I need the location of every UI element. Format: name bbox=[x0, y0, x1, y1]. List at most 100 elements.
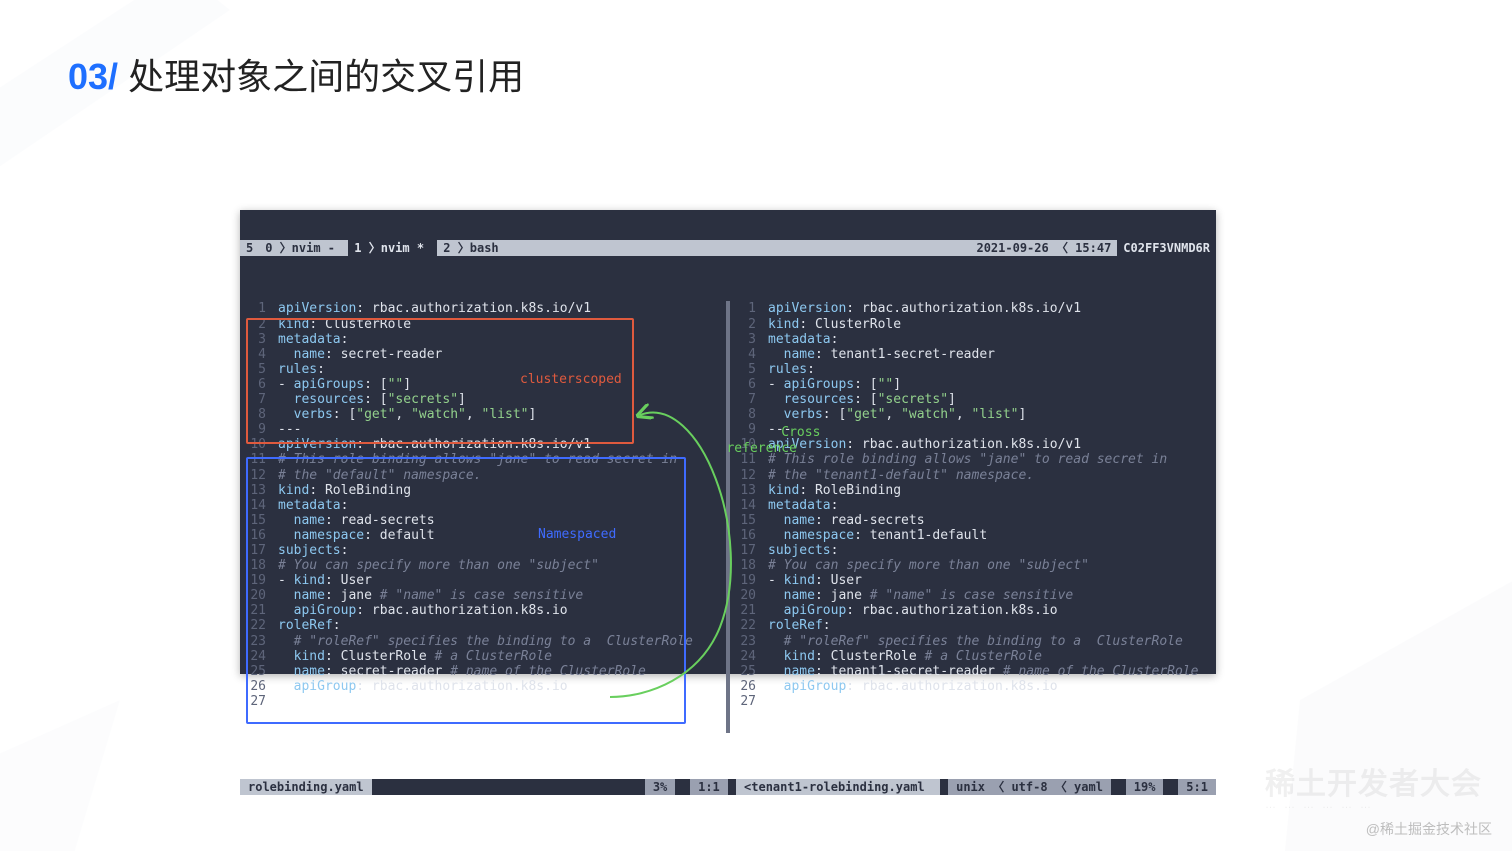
code-line: # This role binding allows "jane" to rea… bbox=[278, 452, 722, 467]
line-number: 19 bbox=[240, 573, 266, 588]
line-number: 12 bbox=[240, 468, 266, 483]
code-line: # You can specify more than one "subject… bbox=[278, 558, 722, 573]
code-line: kind: ClusterRole bbox=[768, 317, 1212, 332]
code-line: kind: ClusterRole bbox=[278, 317, 722, 332]
section-heading: 处理对象之间的交叉引用 bbox=[128, 56, 524, 97]
line-number: 23 bbox=[240, 634, 266, 649]
code-line: kind: ClusterRole # a ClusterRole bbox=[768, 649, 1212, 664]
line-number: 23 bbox=[730, 634, 756, 649]
line-number: 20 bbox=[240, 588, 266, 603]
line-number: 16 bbox=[730, 528, 756, 543]
slide: 03/ 处理对象之间的交叉引用 5 0 〉nvim - 1 〉nvim * 2 … bbox=[0, 0, 1512, 851]
status-left-pct: 3% bbox=[645, 779, 675, 795]
terminal-screenshot: 5 0 〉nvim - 1 〉nvim * 2 〉bash 2021-09-26… bbox=[240, 210, 1216, 674]
line-number: 27 bbox=[730, 694, 756, 709]
line-number: 24 bbox=[240, 649, 266, 664]
line-number: 11 bbox=[730, 452, 756, 467]
code-line: rules: bbox=[768, 362, 1212, 377]
line-number: 8 bbox=[730, 407, 756, 422]
code-line: apiGroup: rbac.authorization.k8s.io bbox=[278, 679, 722, 694]
line-number: 8 bbox=[240, 407, 266, 422]
line-number: 3 bbox=[240, 332, 266, 347]
line-number: 4 bbox=[730, 347, 756, 362]
line-number: 17 bbox=[730, 543, 756, 558]
line-number: 5 bbox=[240, 362, 266, 377]
status-left-pos: 1:1 bbox=[690, 779, 728, 795]
code-line: verbs: ["get", "watch", "list"] bbox=[278, 407, 722, 422]
code-line: - kind: User bbox=[278, 573, 722, 588]
code-line: apiVersion: rbac.authorization.k8s.io/v1 bbox=[768, 301, 1212, 316]
code-line bbox=[768, 694, 1212, 709]
line-number: 1 bbox=[730, 301, 756, 316]
code-line: - apiGroups: [""] bbox=[278, 377, 722, 392]
code-line: subjects: bbox=[278, 543, 722, 558]
line-number: 1 bbox=[240, 301, 266, 316]
code-line: rules: bbox=[278, 362, 722, 377]
status-right-pos: 5:1 bbox=[1178, 779, 1216, 795]
line-number: 10 bbox=[730, 437, 756, 452]
code-line: name: read-secrets bbox=[768, 513, 1212, 528]
code-line: kind: RoleBinding bbox=[278, 483, 722, 498]
code-line: resources: ["secrets"] bbox=[768, 392, 1212, 407]
code-line: namespace: default bbox=[278, 528, 722, 543]
session-index: 5 bbox=[240, 240, 259, 256]
line-number: 15 bbox=[730, 513, 756, 528]
line-number: 2 bbox=[730, 317, 756, 332]
line-number: 9 bbox=[730, 422, 756, 437]
code-line: metadata: bbox=[278, 498, 722, 513]
slide-title: 03/ 处理对象之间的交叉引用 bbox=[68, 48, 524, 100]
tab-0: 0 〉nvim - bbox=[259, 240, 348, 256]
line-number: 4 bbox=[240, 347, 266, 362]
line-number: 21 bbox=[240, 603, 266, 618]
code-line: # the "default" namespace. bbox=[278, 468, 722, 483]
code-line: roleRef: bbox=[278, 618, 722, 633]
code-line: subjects: bbox=[768, 543, 1212, 558]
code-line: name: jane # "name" is case sensitive bbox=[278, 588, 722, 603]
code-line: apiGroup: rbac.authorization.k8s.io bbox=[768, 679, 1212, 694]
section-number: 03/ bbox=[68, 56, 118, 97]
line-number: 15 bbox=[240, 513, 266, 528]
conference-watermark: 稀土开发者大会 ……………… bbox=[1265, 759, 1482, 811]
code-line: metadata: bbox=[278, 332, 722, 347]
line-number: 21 bbox=[730, 603, 756, 618]
hostname: C02FF3VNMD6R bbox=[1117, 240, 1216, 256]
line-number: 7 bbox=[730, 392, 756, 407]
code-line: kind: RoleBinding bbox=[768, 483, 1212, 498]
code-line: name: secret-reader # name of the Cluste… bbox=[278, 664, 722, 679]
tab-1-active: 1 〉nvim * bbox=[348, 240, 437, 256]
line-number: 11 bbox=[240, 452, 266, 467]
code-line bbox=[278, 694, 722, 709]
code-line: name: tenant1-secret-reader # name of th… bbox=[768, 664, 1212, 679]
code-line: name: jane # "name" is case sensitive bbox=[768, 588, 1212, 603]
code-line: --- bbox=[278, 422, 722, 437]
status-right-pct: 19% bbox=[1126, 779, 1164, 795]
line-number: 26 bbox=[730, 679, 756, 694]
line-number: 20 bbox=[730, 588, 756, 603]
line-number: 25 bbox=[730, 664, 756, 679]
line-number: 9 bbox=[240, 422, 266, 437]
tab-2: 2 〉bash bbox=[437, 240, 504, 256]
code-line: name: secret-reader bbox=[278, 347, 722, 362]
clock: 2021-09-26 〈 15:47 bbox=[970, 240, 1117, 256]
code-line: # "roleRef" specifies the binding to a C… bbox=[278, 634, 722, 649]
line-number: 17 bbox=[240, 543, 266, 558]
code-line: name: tenant1-secret-reader bbox=[768, 347, 1212, 362]
line-number: 10 bbox=[240, 437, 266, 452]
line-number: 14 bbox=[240, 498, 266, 513]
line-number: 26 bbox=[240, 679, 266, 694]
line-number: 18 bbox=[730, 558, 756, 573]
vim-statusbar: rolebinding.yaml 3% 1:1 <tenant1-rolebin… bbox=[240, 779, 1216, 795]
line-number: 6 bbox=[730, 377, 756, 392]
code-line: metadata: bbox=[768, 498, 1212, 513]
code-line: roleRef: bbox=[768, 618, 1212, 633]
line-number: 19 bbox=[730, 573, 756, 588]
code-line: apiVersion: rbac.authorization.k8s.io/v1 bbox=[278, 437, 722, 452]
code-line: - kind: User bbox=[768, 573, 1212, 588]
line-number: 16 bbox=[240, 528, 266, 543]
code-line: apiVersion: rbac.authorization.k8s.io/v1 bbox=[278, 301, 722, 316]
tmux-tabbar: 5 0 〉nvim - 1 〉nvim * 2 〉bash 2021-09-26… bbox=[240, 240, 1216, 256]
code-line: namespace: tenant1-default bbox=[768, 528, 1212, 543]
line-number: 13 bbox=[730, 483, 756, 498]
line-number: 7 bbox=[240, 392, 266, 407]
line-number: 27 bbox=[240, 694, 266, 709]
